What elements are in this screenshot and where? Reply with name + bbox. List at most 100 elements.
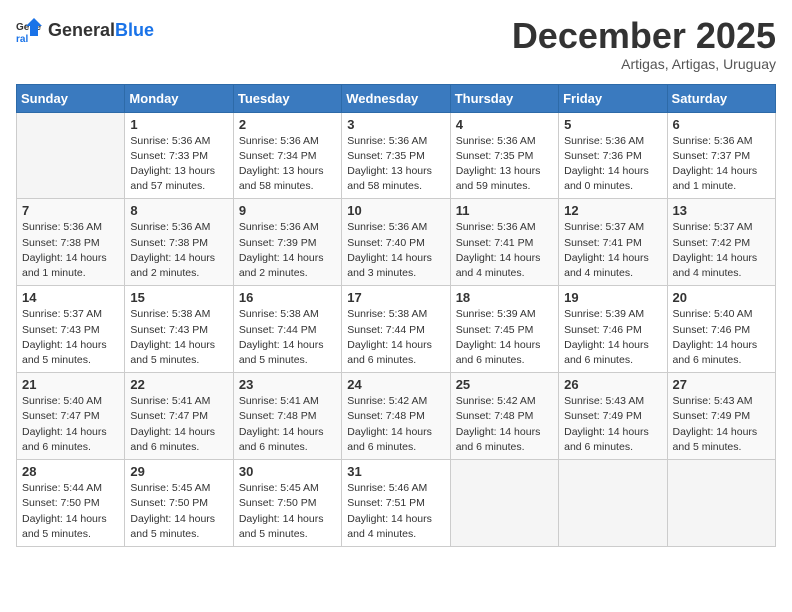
day-info: Sunrise: 5:38 AM Sunset: 7:44 PM Dayligh… xyxy=(239,307,336,368)
calendar-cell: 27 Sunrise: 5:43 AM Sunset: 7:49 PM Dayli… xyxy=(667,373,775,460)
weekday-header-wednesday: Wednesday xyxy=(342,84,450,112)
day-number: 21 xyxy=(22,377,119,392)
day-number: 4 xyxy=(456,117,553,132)
day-info: Sunrise: 5:41 AM Sunset: 7:48 PM Dayligh… xyxy=(239,394,336,455)
day-info: Sunrise: 5:36 AM Sunset: 7:35 PM Dayligh… xyxy=(456,134,553,195)
day-number: 23 xyxy=(239,377,336,392)
day-info: Sunrise: 5:36 AM Sunset: 7:41 PM Dayligh… xyxy=(456,220,553,281)
calendar-title-area: December 2025 Artigas, Artigas, Uruguay xyxy=(512,16,776,72)
day-info: Sunrise: 5:36 AM Sunset: 7:40 PM Dayligh… xyxy=(347,220,444,281)
calendar-cell: 19 Sunrise: 5:39 AM Sunset: 7:46 PM Dayli… xyxy=(559,286,667,373)
day-info: Sunrise: 5:37 AM Sunset: 7:43 PM Dayligh… xyxy=(22,307,119,368)
calendar-cell: 30 Sunrise: 5:45 AM Sunset: 7:50 PM Dayli… xyxy=(233,460,341,547)
day-number: 12 xyxy=(564,203,661,218)
day-number: 31 xyxy=(347,464,444,479)
calendar-cell: 26Sunrise: 5:43 AM Sunset: 7:49 PM Dayli… xyxy=(559,373,667,460)
day-info: Sunrise: 5:43 AM Sunset: 7:49 PM Dayligh… xyxy=(673,394,770,455)
svg-text:ral: ral xyxy=(16,34,28,44)
calendar-cell: 9 Sunrise: 5:36 AM Sunset: 7:39 PM Daylig… xyxy=(233,199,341,286)
day-info: Sunrise: 5:36 AM Sunset: 7:38 PM Dayligh… xyxy=(22,220,119,281)
weekday-header-monday: Monday xyxy=(125,84,233,112)
day-info: Sunrise: 5:36 AM Sunset: 7:33 PM Dayligh… xyxy=(130,134,227,195)
calendar-cell: 1 Sunrise: 5:36 AM Sunset: 7:33 PM Daylig… xyxy=(125,112,233,199)
month-title: December 2025 xyxy=(512,16,776,56)
day-info: Sunrise: 5:36 AM Sunset: 7:35 PM Dayligh… xyxy=(347,134,444,195)
day-info: Sunrise: 5:42 AM Sunset: 7:48 PM Dayligh… xyxy=(347,394,444,455)
calendar-cell: 7 Sunrise: 5:36 AM Sunset: 7:38 PM Daylig… xyxy=(17,199,125,286)
day-number: 25 xyxy=(456,377,553,392)
calendar-cell: 12 Sunrise: 5:37 AM Sunset: 7:41 PM Dayli… xyxy=(559,199,667,286)
day-info: Sunrise: 5:45 AM Sunset: 7:50 PM Dayligh… xyxy=(239,481,336,542)
day-number: 30 xyxy=(239,464,336,479)
week-row-2: 7 Sunrise: 5:36 AM Sunset: 7:38 PM Daylig… xyxy=(17,199,776,286)
day-info: Sunrise: 5:39 AM Sunset: 7:46 PM Dayligh… xyxy=(564,307,661,368)
calendar-cell: 15 Sunrise: 5:38 AM Sunset: 7:43 PM Dayli… xyxy=(125,286,233,373)
weekday-header-friday: Friday xyxy=(559,84,667,112)
calendar-cell xyxy=(559,460,667,547)
day-info: Sunrise: 5:44 AM Sunset: 7:50 PM Dayligh… xyxy=(22,481,119,542)
calendar-cell: 28 Sunrise: 5:44 AM Sunset: 7:50 PM Dayli… xyxy=(17,460,125,547)
calendar-cell xyxy=(450,460,558,547)
day-number: 10 xyxy=(347,203,444,218)
calendar-cell xyxy=(667,460,775,547)
day-info: Sunrise: 5:36 AM Sunset: 7:38 PM Dayligh… xyxy=(130,220,227,281)
logo: Gene ral General Blue xyxy=(16,16,154,44)
calendar-cell: 2 Sunrise: 5:36 AM Sunset: 7:34 PM Daylig… xyxy=(233,112,341,199)
day-number: 27 xyxy=(673,377,770,392)
day-number: 19 xyxy=(564,290,661,305)
weekday-header-tuesday: Tuesday xyxy=(233,84,341,112)
weekday-header-saturday: Saturday xyxy=(667,84,775,112)
calendar-cell: 5 Sunrise: 5:36 AM Sunset: 7:36 PM Daylig… xyxy=(559,112,667,199)
calendar-cell: 17 Sunrise: 5:38 AM Sunset: 7:44 PM Dayli… xyxy=(342,286,450,373)
week-row-1: 1 Sunrise: 5:36 AM Sunset: 7:33 PM Daylig… xyxy=(17,112,776,199)
calendar-cell: 14 Sunrise: 5:37 AM Sunset: 7:43 PM Dayli… xyxy=(17,286,125,373)
calendar-cell: 4 Sunrise: 5:36 AM Sunset: 7:35 PM Daylig… xyxy=(450,112,558,199)
logo-icon: Gene ral xyxy=(16,16,44,44)
day-number: 13 xyxy=(673,203,770,218)
day-number: 8 xyxy=(130,203,227,218)
weekday-header-thursday: Thursday xyxy=(450,84,558,112)
day-info: Sunrise: 5:36 AM Sunset: 7:36 PM Dayligh… xyxy=(564,134,661,195)
day-number: 5 xyxy=(564,117,661,132)
day-number: 9 xyxy=(239,203,336,218)
week-row-5: 28 Sunrise: 5:44 AM Sunset: 7:50 PM Dayli… xyxy=(17,460,776,547)
day-number: 3 xyxy=(347,117,444,132)
day-info: Sunrise: 5:40 AM Sunset: 7:46 PM Dayligh… xyxy=(673,307,770,368)
day-info: Sunrise: 5:38 AM Sunset: 7:43 PM Dayligh… xyxy=(130,307,227,368)
calendar-cell: 23 Sunrise: 5:41 AM Sunset: 7:48 PM Dayli… xyxy=(233,373,341,460)
page-header: Gene ral General Blue December 2025 Arti… xyxy=(16,16,776,72)
day-number: 14 xyxy=(22,290,119,305)
day-info: Sunrise: 5:43 AM Sunset: 7:49 PM Dayligh… xyxy=(564,394,661,455)
calendar-cell: 3 Sunrise: 5:36 AM Sunset: 7:35 PM Daylig… xyxy=(342,112,450,199)
calendar-cell: 10 Sunrise: 5:36 AM Sunset: 7:40 PM Dayli… xyxy=(342,199,450,286)
calendar-cell: 31 Sunrise: 5:46 AM Sunset: 7:51 PM Dayli… xyxy=(342,460,450,547)
day-info: Sunrise: 5:41 AM Sunset: 7:47 PM Dayligh… xyxy=(130,394,227,455)
calendar-cell: 29Sunrise: 5:45 AM Sunset: 7:50 PM Dayli… xyxy=(125,460,233,547)
day-info: Sunrise: 5:46 AM Sunset: 7:51 PM Dayligh… xyxy=(347,481,444,542)
day-number: 16 xyxy=(239,290,336,305)
day-number: 18 xyxy=(456,290,553,305)
day-number: 28 xyxy=(22,464,119,479)
day-info: Sunrise: 5:42 AM Sunset: 7:48 PM Dayligh… xyxy=(456,394,553,455)
calendar-cell: 11Sunrise: 5:36 AM Sunset: 7:41 PM Dayli… xyxy=(450,199,558,286)
day-info: Sunrise: 5:45 AM Sunset: 7:50 PM Dayligh… xyxy=(130,481,227,542)
day-info: Sunrise: 5:36 AM Sunset: 7:39 PM Dayligh… xyxy=(239,220,336,281)
day-info: Sunrise: 5:37 AM Sunset: 7:41 PM Dayligh… xyxy=(564,220,661,281)
day-info: Sunrise: 5:40 AM Sunset: 7:47 PM Dayligh… xyxy=(22,394,119,455)
calendar-cell: 22Sunrise: 5:41 AM Sunset: 7:47 PM Dayli… xyxy=(125,373,233,460)
day-number: 17 xyxy=(347,290,444,305)
day-number: 1 xyxy=(130,117,227,132)
day-number: 2 xyxy=(239,117,336,132)
day-number: 15 xyxy=(130,290,227,305)
week-row-4: 21 Sunrise: 5:40 AM Sunset: 7:47 PM Dayli… xyxy=(17,373,776,460)
day-info: Sunrise: 5:36 AM Sunset: 7:34 PM Dayligh… xyxy=(239,134,336,195)
calendar-cell: 13Sunrise: 5:37 AM Sunset: 7:42 PM Dayli… xyxy=(667,199,775,286)
day-info: Sunrise: 5:38 AM Sunset: 7:44 PM Dayligh… xyxy=(347,307,444,368)
calendar-table: SundayMondayTuesdayWednesdayThursdayFrid… xyxy=(16,84,776,547)
calendar-cell: 18Sunrise: 5:39 AM Sunset: 7:45 PM Dayli… xyxy=(450,286,558,373)
week-row-3: 14 Sunrise: 5:37 AM Sunset: 7:43 PM Dayli… xyxy=(17,286,776,373)
day-number: 24 xyxy=(347,377,444,392)
calendar-cell: 25 Sunrise: 5:42 AM Sunset: 7:48 PM Dayli… xyxy=(450,373,558,460)
weekday-header-row: SundayMondayTuesdayWednesdayThursdayFrid… xyxy=(17,84,776,112)
day-number: 7 xyxy=(22,203,119,218)
